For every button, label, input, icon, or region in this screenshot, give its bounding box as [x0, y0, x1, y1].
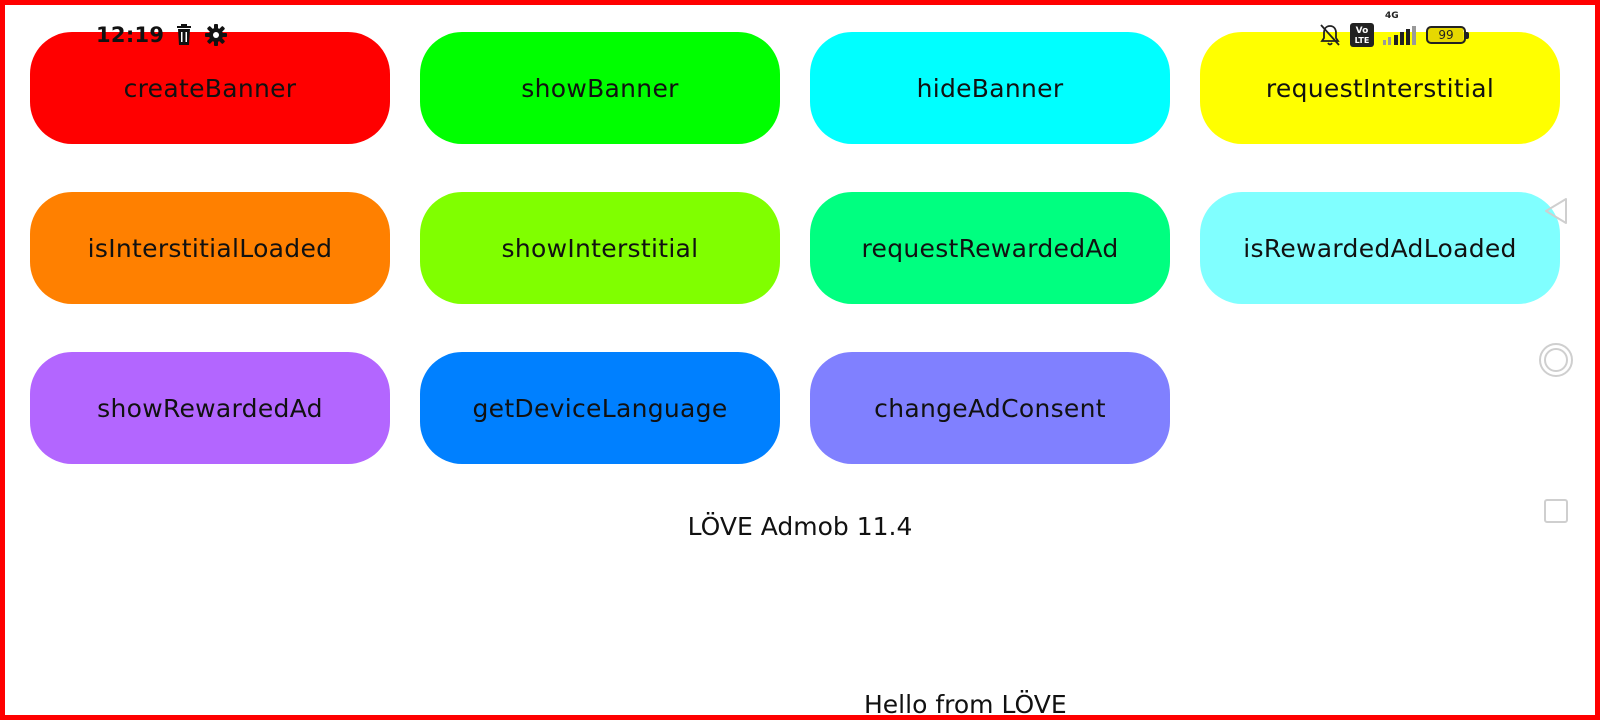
button-label: requestRewardedAd [861, 233, 1119, 263]
trash-icon [174, 24, 194, 46]
button-label: hideBanner [916, 73, 1064, 103]
button-label: createBanner [123, 73, 297, 103]
show-interstitial-button[interactable]: showInterstitial [420, 192, 780, 304]
button-label: showInterstitial [501, 233, 699, 263]
status-bar-left: 12:19 [96, 20, 228, 50]
svg-text:LTE: LTE [1355, 36, 1370, 45]
back-icon[interactable] [1538, 193, 1574, 229]
show-rewarded-ad-button[interactable]: showRewardedAd [30, 352, 390, 464]
change-ad-consent-button[interactable]: changeAdConsent [810, 352, 1170, 464]
is-interstitial-loaded-button[interactable]: isInterstitialLoaded [30, 192, 390, 304]
status-bar-right: Vo LTE 4G 99 [1319, 11, 1469, 50]
button-label: getDeviceLanguage [472, 393, 728, 423]
get-device-language-button[interactable]: getDeviceLanguage [420, 352, 780, 464]
svg-text:Vo: Vo [1356, 26, 1369, 36]
recents-icon[interactable] [1538, 498, 1574, 524]
button-label: requestInterstitial [1265, 73, 1495, 103]
button-label: isInterstitialLoaded [87, 233, 333, 263]
signal-icon: 4G [1383, 11, 1417, 46]
status-time: 12:19 [96, 23, 165, 47]
button-label: showBanner [521, 73, 679, 103]
volte-icon: Vo LTE [1350, 23, 1374, 47]
battery-level: 99 [1438, 28, 1454, 42]
bell-muted-icon [1319, 23, 1341, 47]
hello-text: Hello from LÖVE [864, 690, 1067, 719]
hide-banner-button[interactable]: hideBanner [810, 32, 1170, 144]
home-icon[interactable] [1538, 342, 1574, 378]
version-label: LÖVE Admob 11.4 [687, 512, 913, 541]
show-banner-button[interactable]: showBanner [420, 32, 780, 144]
gear-icon [204, 23, 228, 47]
button-label: isRewardedAdLoaded [1243, 233, 1517, 263]
request-rewarded-ad-button[interactable]: requestRewardedAd [810, 192, 1170, 304]
button-label: showRewardedAd [97, 393, 323, 423]
battery-icon: 99 [1426, 26, 1469, 44]
button-label: changeAdConsent [874, 393, 1106, 423]
network-type: 4G [1385, 11, 1399, 21]
is-rewarded-ad-loaded-button[interactable]: isRewardedAdLoaded [1200, 192, 1560, 304]
